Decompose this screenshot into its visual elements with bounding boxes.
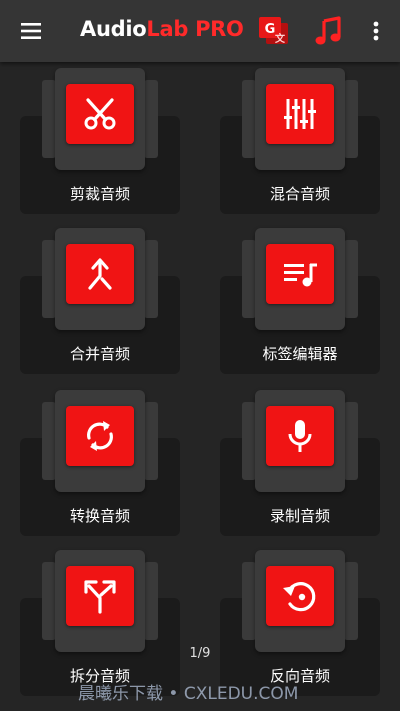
- tile-ear: [144, 240, 158, 318]
- tile-split-audio[interactable]: 拆分音频: [20, 544, 180, 696]
- tile-ear: [344, 240, 358, 318]
- tile-ear: [144, 402, 158, 480]
- tile-ear: [242, 80, 256, 158]
- translate-icon: G 文: [259, 17, 288, 45]
- tile-label: 剪裁音频: [69, 185, 130, 203]
- tile-ear: [42, 80, 56, 158]
- tile-label: 标签编辑器: [262, 345, 338, 363]
- tile-ear: [42, 402, 56, 480]
- app-title: AudioLab PRO: [80, 17, 244, 41]
- tile-record-audio[interactable]: 录制音频: [220, 384, 380, 536]
- mix-audio-button[interactable]: [266, 84, 334, 144]
- app-bar: AudioLab PRO G 文: [0, 0, 400, 62]
- app-title-audio: Audio: [80, 17, 147, 41]
- music-note-icon: [315, 16, 341, 45]
- split-audio-button[interactable]: [66, 566, 134, 626]
- tile-mix-audio[interactable]: 混合音频: [220, 62, 380, 214]
- tile-ear: [344, 402, 358, 480]
- svg-text:文: 文: [275, 32, 286, 45]
- sync-icon: [87, 421, 113, 451]
- record-audio-button[interactable]: [266, 406, 334, 466]
- more-options-button[interactable]: [366, 14, 386, 48]
- page-indicator: 1/9: [189, 646, 211, 661]
- trim-audio-button[interactable]: [66, 84, 134, 144]
- translate-button[interactable]: G 文: [256, 14, 292, 48]
- tile-ear: [242, 402, 256, 480]
- playlist-music-icon: [284, 263, 317, 287]
- tile-ear: [144, 562, 158, 640]
- tile-ear: [242, 562, 256, 640]
- tile-label: 合并音频: [69, 345, 130, 363]
- merge-audio-button[interactable]: [66, 244, 134, 304]
- music-button[interactable]: [312, 14, 346, 48]
- reverse-history-icon: [283, 582, 316, 612]
- equalizer-sliders-icon: [284, 99, 316, 129]
- more-vert-icon: [373, 21, 379, 41]
- hamburger-menu-icon: [21, 23, 41, 39]
- split-arrow-icon: [84, 580, 116, 614]
- tile-reverse-audio[interactable]: 反向音频: [220, 544, 380, 696]
- watermark-text: 晨曦乐下载 • CXLEDU.COM: [78, 684, 299, 704]
- feature-grid: 剪裁音频 混合音频 合并音频 标签编辑器 转换音频 录制音频 拆分音频 反向音频: [0, 62, 400, 711]
- tile-trim-audio[interactable]: 剪裁音频: [20, 62, 180, 214]
- svg-text:G: G: [265, 22, 276, 37]
- tile-merge-audio[interactable]: 合并音频: [20, 222, 180, 374]
- tile-label: 转换音频: [69, 507, 130, 525]
- convert-audio-button[interactable]: [66, 406, 134, 466]
- tile-ear: [344, 562, 358, 640]
- scissors-icon: [84, 98, 116, 130]
- tile-convert-audio[interactable]: 转换音频: [20, 384, 180, 536]
- tile-ear: [144, 80, 158, 158]
- merge-arrow-icon: [88, 258, 112, 290]
- microphone-icon: [288, 420, 312, 452]
- reverse-audio-button[interactable]: [266, 566, 334, 626]
- tile-tag-editor[interactable]: 标签编辑器: [220, 222, 380, 374]
- tile-ear: [42, 240, 56, 318]
- menu-button[interactable]: [12, 14, 50, 48]
- tile-ear: [242, 240, 256, 318]
- tile-label: 混合音频: [269, 185, 330, 203]
- app-title-lab-pro: Lab PRO: [146, 17, 244, 41]
- tile-ear: [42, 562, 56, 640]
- tile-label: 录制音频: [269, 507, 330, 525]
- tag-editor-button[interactable]: [266, 244, 334, 304]
- tile-ear: [344, 80, 358, 158]
